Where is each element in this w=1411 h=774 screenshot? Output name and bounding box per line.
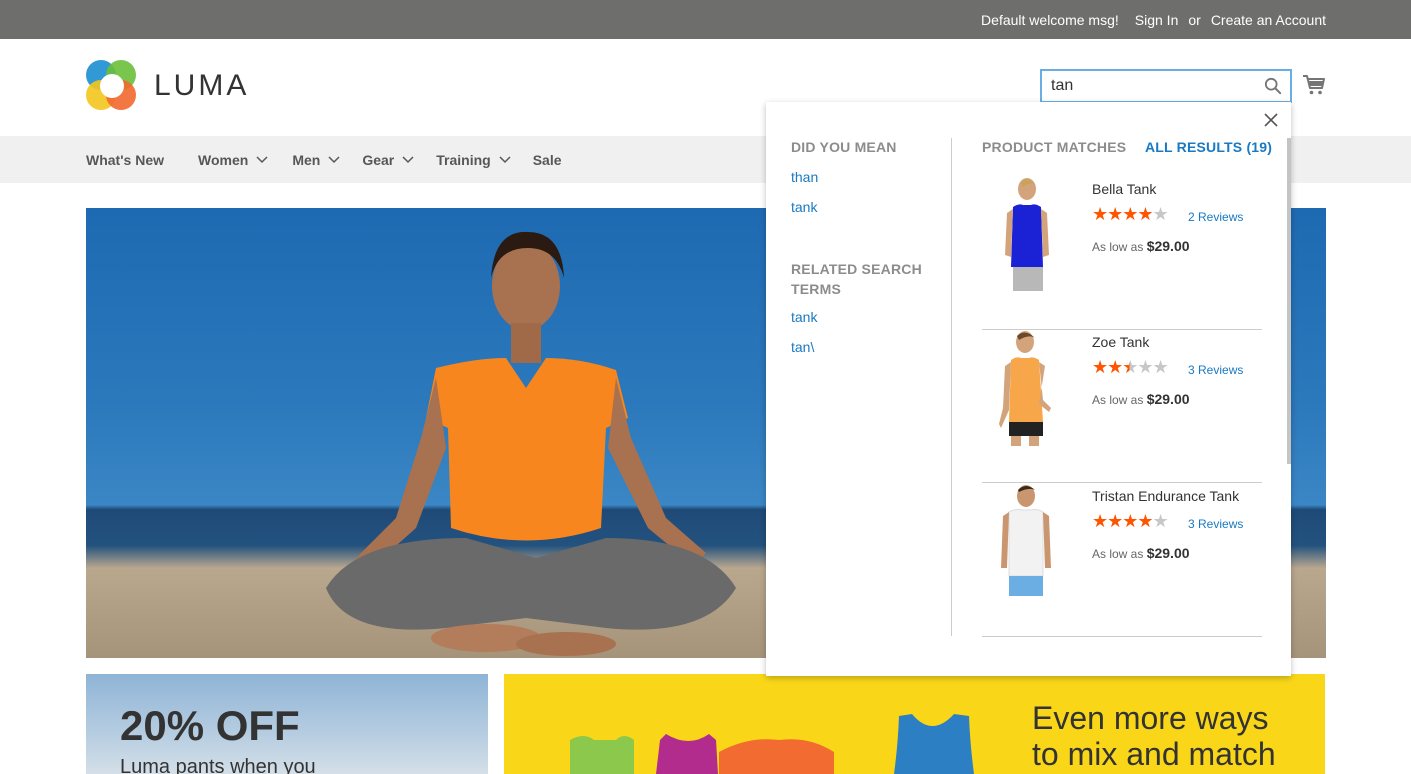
search-icon[interactable] [1264, 77, 1282, 95]
nav-item-men[interactable]: Men [292, 152, 340, 168]
product-thumbnail [1001, 485, 1051, 596]
chevron-down-icon [402, 155, 414, 163]
related-term[interactable]: tank [791, 309, 817, 325]
product-name[interactable]: Bella Tank [1092, 181, 1156, 197]
suggestion-term[interactable]: tank [791, 199, 817, 215]
nav-item-training[interactable]: Training [436, 152, 511, 168]
product-name[interactable]: Zoe Tank [1092, 334, 1149, 350]
product-matches-heading: PRODUCT MATCHES [982, 139, 1127, 155]
search-box [1040, 69, 1292, 103]
product-price: As low as $29.00 [1092, 238, 1190, 254]
chevron-down-icon [328, 155, 340, 163]
nav-item-women[interactable]: Women [198, 152, 268, 168]
rating-stars: ★★★★★ [1092, 511, 1169, 531]
create-account-link[interactable]: Create an Account [1211, 12, 1326, 28]
welcome-message: Default welcome msg! [981, 11, 1119, 28]
dropdown-divider [951, 138, 952, 636]
chevron-down-icon [256, 155, 268, 163]
related-term[interactable]: tan\ [791, 339, 814, 355]
sign-in-link[interactable]: Sign In [1135, 12, 1179, 28]
reviews-link[interactable]: 3 Reviews [1188, 517, 1243, 531]
product-match-item[interactable]: Zoe Tank ★★★★★ 3 Reviews As low as $29.0… [982, 330, 1262, 483]
logo-text: LUMA [154, 69, 250, 102]
all-results-link[interactable]: ALL RESULTS (19) [1145, 139, 1272, 155]
reviews-link[interactable]: 3 Reviews [1188, 363, 1243, 377]
did-you-mean-heading: DID YOU MEAN [791, 139, 897, 155]
product-thumbnail [999, 331, 1051, 446]
top-bar: Default welcome msg! Sign In or Create a… [0, 0, 1411, 39]
related-search-heading: RELATED SEARCH TERMS [791, 261, 922, 297]
product-price: As low as $29.00 [1092, 545, 1190, 561]
or-text: or [1188, 11, 1201, 28]
product-match-item[interactable]: Tristan Endurance Tank ★★★★★ 3 Reviews A… [982, 484, 1262, 637]
promo-pants-banner[interactable]: 20% OFF Luma pants when you [86, 674, 488, 774]
rating-stars: ★★★★★ [1092, 357, 1169, 377]
reviews-link[interactable]: 2 Reviews [1188, 210, 1243, 224]
luma-logo-icon [86, 60, 138, 112]
header-links: Default welcome msg! Sign In or Create a… [981, 0, 1326, 39]
close-icon[interactable] [1263, 112, 1279, 128]
rating-stars: ★★★★★ [1092, 204, 1169, 224]
promo-subtext: Luma pants when you [120, 756, 316, 774]
nav-item-whats-new[interactable]: What's New [86, 152, 164, 168]
promo-mix-match-banner[interactable]: Even more ways to mix and match [504, 674, 1325, 774]
suggestion-term[interactable]: than [791, 169, 818, 185]
chevron-down-icon [499, 155, 511, 163]
cart-icon[interactable] [1302, 73, 1326, 97]
nav-item-gear[interactable]: Gear [362, 152, 414, 168]
hero-yoga-image [326, 231, 736, 656]
dropdown-scrollbar[interactable] [1287, 138, 1291, 464]
product-name[interactable]: Tristan Endurance Tank [1092, 488, 1239, 504]
promo-headline: 20% OFF [120, 702, 300, 749]
product-thumbnail [1005, 178, 1049, 291]
promo-headline: Even more ways to mix and match [1032, 700, 1276, 772]
product-price: As low as $29.00 [1092, 391, 1190, 407]
search-input[interactable] [1042, 71, 1252, 101]
search-autocomplete-dropdown: DID YOU MEAN than tank RELATED SEARCH TE… [766, 102, 1291, 676]
product-match-item[interactable]: Bella Tank ★★★★★ 2 Reviews As low as $29… [982, 177, 1262, 330]
logo[interactable]: LUMA [86, 60, 249, 112]
nav-item-sale[interactable]: Sale [533, 152, 562, 168]
